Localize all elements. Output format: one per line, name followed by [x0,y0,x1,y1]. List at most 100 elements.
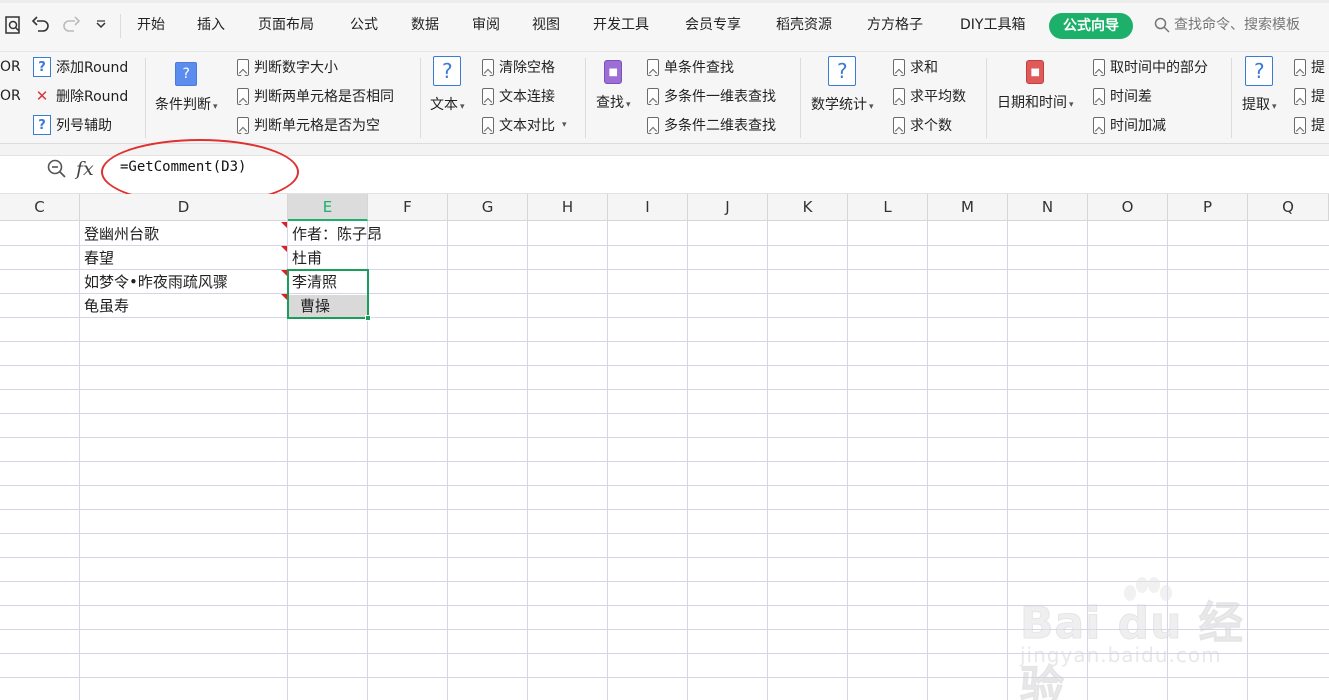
check-empty-button[interactable]: 判断单元格是否为空 [237,114,380,136]
column-header-q[interactable]: Q [1248,194,1329,221]
condition-judge-icon: ? [175,62,198,86]
bookmark-icon [1294,116,1306,134]
compare-number-button[interactable]: 判断数字大小 [237,56,338,78]
trim-spaces-button[interactable]: 清除空格 [482,56,555,78]
extract-item-2[interactable]: 提 [1294,85,1325,107]
tab-formulas[interactable]: 公式 [350,15,378,35]
column-header-n[interactable]: N [1008,194,1088,221]
quick-access-dropdown-icon[interactable] [88,12,114,38]
tab-formula-wizard[interactable]: 公式向导 [1049,13,1133,39]
column-helper-button[interactable]: ? 列号辅助 [33,114,112,136]
column-header-c[interactable]: C [0,194,80,221]
average-button[interactable]: 求平均数 [893,85,966,107]
column-header-m[interactable]: M [928,194,1008,221]
grid-line [0,389,1329,390]
extract-item-3[interactable]: 提 [1294,114,1325,136]
chevron-down-icon: ▾ [1069,100,1074,110]
bookmark-icon [647,58,659,76]
compare-cells-button[interactable]: 判断两单元格是否相同 [237,85,394,107]
lookup-label: 查找 [596,95,624,111]
column-helper-label: 列号辅助 [56,118,112,134]
column-header-o[interactable]: O [1088,194,1168,221]
ribbon-divider [585,58,586,138]
zoom-icon[interactable] [46,158,68,180]
column-header-f[interactable]: F [368,194,448,221]
bookmark-icon [1093,87,1105,105]
add-round-label: 添加Round [56,60,129,76]
ribbon-divider [420,58,421,138]
tab-data[interactable]: 数据 [411,15,439,35]
grid-line [0,413,1329,414]
date-time-button[interactable]: ■ 日期和时间 ▾ [997,56,1074,112]
extract-item-1[interactable]: 提 [1294,56,1325,78]
ribbon-divider [145,58,146,138]
tab-page-layout[interactable]: 页面布局 [258,15,314,35]
multi-1d-lookup-button[interactable]: 多条件一维表查找 [647,85,776,107]
time-diff-button[interactable]: 时间差 [1093,85,1152,107]
time-add-button[interactable]: 时间加减 [1093,114,1166,136]
text-join-button[interactable]: 文本连接 [482,85,555,107]
cell-d3[interactable]: 登幽州台歌 [84,222,159,246]
undo-icon[interactable] [28,12,54,38]
bookmark-icon [893,58,905,76]
command-search[interactable]: 查找命令、搜索模板 [1154,15,1300,35]
bookmark-icon [237,58,249,76]
grid-line [0,557,1329,558]
count-button[interactable]: 求个数 [893,114,952,136]
ribbon-divider [800,58,801,138]
cell-e3[interactable]: 作者：陈子昂 [292,222,382,246]
math-stats-button[interactable]: ? 数学统计 ▾ [811,56,874,114]
column-header-e[interactable]: E [288,194,368,221]
multi-2d-lookup-button[interactable]: 多条件二维表查找 [647,114,776,136]
column-header-p[interactable]: P [1168,194,1248,221]
single-lookup-button[interactable]: 单条件查找 [647,56,734,78]
cell-e4[interactable]: 杜甫 [292,246,322,270]
fill-handle[interactable] [365,315,371,321]
multi-2d-lookup-label: 多条件二维表查找 [664,118,776,134]
text-compare-button[interactable]: 文本对比 ▾ [482,114,567,136]
bookmark-icon [1093,116,1105,134]
redo-icon[interactable] [58,12,84,38]
tab-fangfang[interactable]: 方方格子 [867,15,923,35]
tab-view[interactable]: 视图 [532,15,560,35]
time-part-button[interactable]: 取时间中的部分 [1093,56,1208,78]
ribbon-item-or-1[interactable]: OR [0,56,21,78]
condition-judge-button[interactable]: ? 条件判断 ▾ [155,56,218,114]
column-header-i[interactable]: I [608,194,688,221]
add-round-button[interactable]: ? 添加Round [33,56,128,78]
column-header-g[interactable]: G [448,194,528,221]
grid-line [0,437,1329,438]
sum-button[interactable]: 求和 [893,56,938,78]
tab-diy-toolbox[interactable]: DIY工具箱 [960,15,1025,35]
tab-docer[interactable]: 稻壳资源 [776,15,832,35]
print-preview-icon[interactable] [0,12,26,38]
lookup-button[interactable]: ■ 查找 ▾ [596,56,631,112]
cell-d5[interactable]: 如梦令•昨夜雨疏风骤 [84,270,228,294]
search-placeholder: 查找命令、搜索模板 [1174,17,1300,33]
extract-button[interactable]: ? 提取 ▾ [1242,56,1277,114]
math-stats-label: 数学统计 [811,97,867,113]
delete-round-button[interactable]: ✕ 删除Round [33,85,129,107]
ribbon-item-or-2[interactable]: OR [0,85,21,107]
text-join-label: 文本连接 [499,89,555,105]
column-header-j[interactable]: J [688,194,768,221]
column-header-k[interactable]: K [768,194,848,221]
tab-insert[interactable]: 插入 [197,15,225,35]
bookmark-icon [893,116,905,134]
comment-indicator-icon[interactable] [281,246,287,252]
cell-d6[interactable]: 龟虽寿 [84,294,129,318]
tab-home[interactable]: 开始 [137,15,165,35]
column-header-l[interactable]: L [848,194,928,221]
bookmark-icon [237,116,249,134]
column-header-d[interactable]: D [80,194,288,221]
tab-developer[interactable]: 开发工具 [593,15,649,35]
fx-icon[interactable]: fx [76,158,94,180]
extract-label: 提取 [1242,97,1270,113]
tab-review[interactable]: 审阅 [472,15,500,35]
column-header-h[interactable]: H [528,194,608,221]
comment-indicator-icon[interactable] [281,222,287,228]
tab-member[interactable]: 会员专享 [685,15,741,35]
cell-d4[interactable]: 春望 [84,246,114,270]
grid-line [0,461,1329,462]
text-button[interactable]: ? 文本 ▾ [430,56,465,114]
